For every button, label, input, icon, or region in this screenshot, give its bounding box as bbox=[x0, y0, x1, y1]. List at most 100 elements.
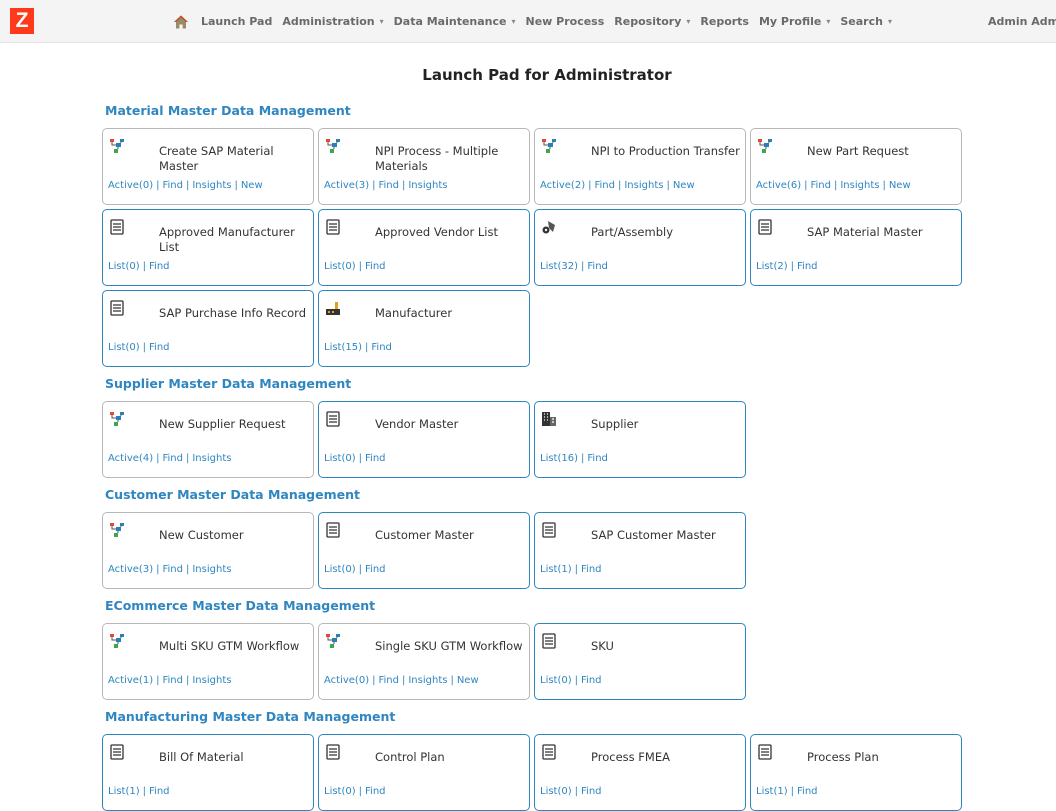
tile-link-insights[interactable]: Insights bbox=[408, 180, 447, 191]
tile-title[interactable]: Process FMEA bbox=[591, 750, 743, 765]
tile-title[interactable]: NPI to Production Transfer bbox=[591, 144, 743, 159]
tile-multi-sku-gtm-workflow[interactable]: Multi SKU GTM Workflow Active(1) | Find | Ins… bbox=[102, 623, 314, 700]
tile-link-active[interactable]: Active(3) bbox=[324, 180, 369, 191]
tile-sku[interactable]: SKU List(0) | Find bbox=[534, 623, 746, 700]
tile-link-find[interactable]: Find bbox=[162, 564, 183, 575]
tile-link-find[interactable]: Find bbox=[365, 261, 386, 272]
tile-link-list[interactable]: List(32) bbox=[540, 261, 578, 272]
tile-link-find[interactable]: Find bbox=[162, 453, 183, 464]
nav-administration[interactable]: Administration ▾ bbox=[282, 15, 383, 28]
tile-link-find[interactable]: Find bbox=[581, 675, 602, 686]
tile-title[interactable]: SAP Purchase Info Record bbox=[159, 306, 311, 321]
nav-repository[interactable]: Repository ▾ bbox=[614, 15, 690, 28]
tile-link-find[interactable]: Find bbox=[810, 180, 831, 191]
tile-new-supplier-request[interactable]: New Supplier Request Active(4) | Find | Insig… bbox=[102, 401, 314, 478]
tile-link-insights[interactable]: Insights bbox=[192, 675, 231, 686]
tile-sap-purchase-info-record[interactable]: SAP Purchase Info Record List(0) | Find bbox=[102, 290, 314, 367]
tile-title[interactable]: SAP Material Master bbox=[807, 225, 959, 240]
tile-link-list[interactable]: List(0) bbox=[324, 261, 356, 272]
tile-link-list[interactable]: List(0) bbox=[540, 786, 572, 797]
tile-link-active[interactable]: Active(1) bbox=[108, 675, 153, 686]
tile-link-list[interactable]: List(1) bbox=[108, 786, 140, 797]
tile-link-list[interactable]: List(0) bbox=[108, 342, 140, 353]
tile-npi-to-production-transfer[interactable]: NPI to Production Transfer Active(2) | Find… bbox=[534, 128, 746, 205]
tile-link-list[interactable]: List(16) bbox=[540, 453, 578, 464]
nav-search[interactable]: Search ▾ bbox=[840, 15, 892, 28]
tile-link-active[interactable]: Active(3) bbox=[108, 564, 153, 575]
app-logo[interactable]: Z bbox=[10, 8, 34, 34]
tile-link-find[interactable]: Find bbox=[581, 564, 602, 575]
tile-npi-process-multiple-materials[interactable]: NPI Process - Multiple Materials Active(3… bbox=[318, 128, 530, 205]
tile-link-list[interactable]: List(1) bbox=[756, 786, 788, 797]
tile-link-insights[interactable]: Insights bbox=[408, 675, 447, 686]
tile-link-list[interactable]: List(0) bbox=[324, 786, 356, 797]
nav-reports[interactable]: Reports bbox=[700, 15, 749, 28]
tile-link-insights[interactable]: Insights bbox=[192, 453, 231, 464]
tile-link-find[interactable]: Find bbox=[149, 261, 170, 272]
tile-title[interactable]: Vendor Master bbox=[375, 417, 527, 432]
tile-link-new[interactable]: New bbox=[241, 180, 263, 191]
tile-part-assembly[interactable]: Part/Assembly List(32) | Find bbox=[534, 209, 746, 286]
tile-link-find[interactable]: Find bbox=[149, 342, 170, 353]
user-menu[interactable]: Admin Adm bbox=[988, 0, 1056, 43]
tile-title[interactable]: Create SAP Material Master bbox=[159, 144, 311, 174]
tile-approved-manufacturer-list[interactable]: Approved Manufacturer List List(0) | Find bbox=[102, 209, 314, 286]
tile-title[interactable]: Control Plan bbox=[375, 750, 527, 765]
tile-link-new[interactable]: New bbox=[457, 675, 479, 686]
tile-link-find[interactable]: Find bbox=[797, 261, 818, 272]
tile-title[interactable]: Single SKU GTM Workflow bbox=[375, 639, 527, 654]
tile-title[interactable]: New Part Request bbox=[807, 144, 959, 159]
tile-link-find[interactable]: Find bbox=[365, 453, 386, 464]
tile-link-list[interactable]: List(0) bbox=[108, 261, 140, 272]
tile-link-find[interactable]: Find bbox=[365, 786, 386, 797]
tile-link-active[interactable]: Active(0) bbox=[324, 675, 369, 686]
tile-link-find[interactable]: Find bbox=[797, 786, 818, 797]
tile-link-find[interactable]: Find bbox=[371, 342, 392, 353]
tile-title[interactable]: Part/Assembly bbox=[591, 225, 743, 240]
tile-link-insights[interactable]: Insights bbox=[840, 180, 879, 191]
tile-link-find[interactable]: Find bbox=[587, 261, 608, 272]
tile-link-list[interactable]: List(0) bbox=[540, 675, 572, 686]
tile-sap-customer-master[interactable]: SAP Customer Master List(1) | Find bbox=[534, 512, 746, 589]
tile-link-list[interactable]: List(2) bbox=[756, 261, 788, 272]
tile-link-insights[interactable]: Insights bbox=[192, 564, 231, 575]
tile-link-find[interactable]: Find bbox=[587, 453, 608, 464]
tile-single-sku-gtm-workflow[interactable]: Single SKU GTM Workflow Active(0) | Find | In… bbox=[318, 623, 530, 700]
nav-my-profile[interactable]: My Profile ▾ bbox=[759, 15, 830, 28]
tile-process-plan[interactable]: Process Plan List(1) | Find bbox=[750, 734, 962, 811]
tile-link-find[interactable]: Find bbox=[594, 180, 615, 191]
tile-title[interactable]: New Customer bbox=[159, 528, 311, 543]
tile-link-list[interactable]: List(0) bbox=[324, 453, 356, 464]
tile-title[interactable]: SAP Customer Master bbox=[591, 528, 743, 543]
tile-control-plan[interactable]: Control Plan List(0) | Find bbox=[318, 734, 530, 811]
tile-customer-master[interactable]: Customer Master List(0) | Find bbox=[318, 512, 530, 589]
tile-bill-of-material[interactable]: Bill Of Material List(1) | Find bbox=[102, 734, 314, 811]
tile-title[interactable]: Multi SKU GTM Workflow bbox=[159, 639, 311, 654]
tile-supplier[interactable]: Supplier List(16) | Find bbox=[534, 401, 746, 478]
tile-link-find[interactable]: Find bbox=[378, 675, 399, 686]
tile-title[interactable]: SKU bbox=[591, 639, 743, 654]
tile-link-list[interactable]: List(0) bbox=[324, 564, 356, 575]
tile-vendor-master[interactable]: Vendor Master List(0) | Find bbox=[318, 401, 530, 478]
nav-new-process[interactable]: New Process bbox=[526, 15, 605, 28]
tile-title[interactable]: NPI Process - Multiple Materials bbox=[375, 144, 527, 174]
home-icon[interactable] bbox=[173, 14, 189, 30]
tile-link-find[interactable]: Find bbox=[162, 180, 183, 191]
tile-manufacturer[interactable]: Manufacturer List(15) | Find bbox=[318, 290, 530, 367]
tile-link-insights[interactable]: Insights bbox=[624, 180, 663, 191]
tile-title[interactable]: New Supplier Request bbox=[159, 417, 311, 432]
tile-sap-material-master[interactable]: SAP Material Master List(2) | Find bbox=[750, 209, 962, 286]
tile-title[interactable]: Manufacturer bbox=[375, 306, 527, 321]
tile-link-find[interactable]: Find bbox=[162, 675, 183, 686]
tile-link-new[interactable]: New bbox=[673, 180, 695, 191]
tile-link-active[interactable]: Active(6) bbox=[756, 180, 801, 191]
tile-link-find[interactable]: Find bbox=[581, 786, 602, 797]
tile-new-part-request[interactable]: New Part Request Active(6) | Find | Insights |… bbox=[750, 128, 962, 205]
tile-create-sap-material-master[interactable]: Create SAP Material Master Active(0) | Find… bbox=[102, 128, 314, 205]
tile-link-active[interactable]: Active(2) bbox=[540, 180, 585, 191]
tile-link-find[interactable]: Find bbox=[365, 564, 386, 575]
tile-title[interactable]: Approved Manufacturer List bbox=[159, 225, 311, 255]
tile-link-new[interactable]: New bbox=[889, 180, 911, 191]
tile-title[interactable]: Bill Of Material bbox=[159, 750, 311, 765]
tile-link-list[interactable]: List(15) bbox=[324, 342, 362, 353]
